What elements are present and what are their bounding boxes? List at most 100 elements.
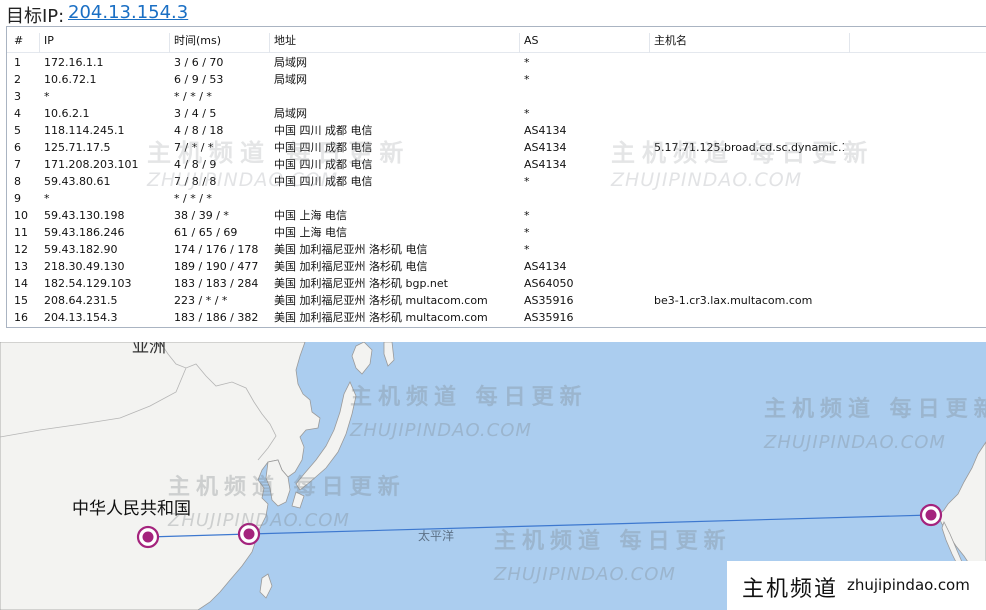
table-row[interactable]: 11 59.43.186.246 61 / 65 / 69 中国 上海 电信 * <box>7 224 986 241</box>
hop-time: 61 / 65 / 69 <box>174 226 238 239</box>
column-header-hostname[interactable]: 主机名 <box>654 30 844 52</box>
hop-number: 12 <box>14 243 28 256</box>
hop-ip: 125.71.17.5 <box>44 141 111 154</box>
watermark-cn: 主机频道 每日更新 <box>350 384 588 410</box>
hop-number: 15 <box>14 294 28 307</box>
hop-marker-los-angeles[interactable] <box>919 503 943 527</box>
hop-address: 美国 加利福尼亚州 洛杉矶 电信 <box>274 243 428 256</box>
watermark-en: ZHUJIPINDAO.COM <box>349 420 532 441</box>
hop-time: 6 / 9 / 53 <box>174 73 224 86</box>
column-header-time[interactable]: 时间(ms) <box>174 30 269 52</box>
hop-as: AS4134 <box>524 124 567 137</box>
target-header: 目标IP: 204.13.154.3 <box>0 0 986 27</box>
watermark-en: ZHUJIPINDAO.COM <box>763 432 946 453</box>
hop-address: 局域网 <box>274 56 307 69</box>
table-row[interactable]: 2 10.6.72.1 6 / 9 / 53 局域网 * <box>7 71 986 88</box>
hop-as: AS4134 <box>524 141 567 154</box>
hop-marker-chengdu[interactable] <box>136 525 160 549</box>
table-row[interactable]: 6 125.71.17.5 7 / * / * 中国 四川 成都 电信 AS4134 5.… <box>7 139 986 156</box>
table-row[interactable]: 10 59.43.130.198 38 / 39 / * 中国 上海 电信 * <box>7 207 986 224</box>
hop-ip: 59.43.130.198 <box>44 209 125 222</box>
hop-ip: * <box>44 192 50 205</box>
hop-address: 中国 四川 成都 电信 <box>274 158 373 171</box>
target-ip-link[interactable]: 204.13.154.3 <box>68 2 188 23</box>
table-row[interactable]: 5 118.114.245.1 4 / 8 / 18 中国 四川 成都 电信 AS413… <box>7 122 986 139</box>
hop-number: 16 <box>14 311 28 324</box>
hop-number: 8 <box>14 175 21 188</box>
hop-as: * <box>524 73 530 86</box>
hop-ip: * <box>44 90 50 103</box>
hop-ip: 171.208.203.101 <box>44 158 139 171</box>
hop-address: 美国 加利福尼亚州 洛杉矶 电信 <box>274 260 428 273</box>
traceroute-table: # IP 时间(ms) 地址 AS 主机名 1 172.16.1.1 3 / 6 /… <box>6 26 986 328</box>
hop-ip: 59.43.186.246 <box>44 226 125 239</box>
hop-as: * <box>524 107 530 120</box>
watermark-cn: 主机频道 每日更新 <box>764 396 986 422</box>
table-row[interactable]: 16 204.13.154.3 183 / 186 / 382 美国 加利福尼亚州 洛… <box>7 309 986 326</box>
watermark-cn: 主机频道 每日更新 <box>168 474 406 500</box>
table-row[interactable]: 9 * * / * / * <box>7 190 986 207</box>
hop-ip: 59.43.182.90 <box>44 243 118 256</box>
hop-number: 4 <box>14 107 21 120</box>
hop-time: 7 / 8 / 8 <box>174 175 217 188</box>
hop-as: * <box>524 226 530 239</box>
hop-number: 5 <box>14 124 21 137</box>
hop-address: 美国 加利福尼亚州 洛杉矶 multacom.com <box>274 294 488 307</box>
hop-hostname: be3-1.cr3.lax.multacom.com <box>654 294 813 307</box>
hop-number: 3 <box>14 90 21 103</box>
hop-time: 223 / * / * <box>174 294 228 307</box>
table-row[interactable]: 12 59.43.182.90 174 / 176 / 178 美国 加利福尼亚州 洛… <box>7 241 986 258</box>
table-row[interactable]: 8 59.43.80.61 7 / 8 / 8 中国 四川 成都 电信 * <box>7 173 986 190</box>
hop-number: 10 <box>14 209 28 222</box>
hop-time: 4 / 8 / 18 <box>174 124 224 137</box>
table-header-row: # IP 时间(ms) 地址 AS 主机名 <box>7 30 986 53</box>
hop-number: 7 <box>14 158 21 171</box>
hop-as: AS4134 <box>524 260 567 273</box>
hop-ip: 10.6.2.1 <box>44 107 90 120</box>
table-row[interactable]: 13 218.30.49.130 189 / 190 / 477 美国 加利福尼亚州 … <box>7 258 986 275</box>
watermark-en: ZHUJIPINDAO.COM <box>493 564 676 585</box>
column-header-hop[interactable]: # <box>14 30 38 52</box>
hop-ip: 10.6.72.1 <box>44 73 97 86</box>
map-label-ocean: 太平洋 <box>418 528 454 543</box>
brand-domain: zhujipindao.com <box>847 576 970 594</box>
hop-address: 局域网 <box>274 107 307 120</box>
table-row[interactable]: 15 208.64.231.5 223 / * / * 美国 加利福尼亚州 洛杉矶 m… <box>7 292 986 309</box>
table-row[interactable]: 7 171.208.203.101 4 / 8 / 9 中国 四川 成都 电信 AS41… <box>7 156 986 173</box>
hop-time: 189 / 190 / 477 <box>174 260 259 273</box>
hop-ip: 172.16.1.1 <box>44 56 104 69</box>
table-row[interactable]: 3 * * / * / * <box>7 88 986 105</box>
hop-address: 中国 四川 成都 电信 <box>274 175 373 188</box>
hop-ip: 59.43.80.61 <box>44 175 111 188</box>
hop-ip: 208.64.231.5 <box>44 294 118 307</box>
brand-name: 主机频道 <box>742 577 839 602</box>
hop-time: 4 / 8 / 9 <box>174 158 217 171</box>
hop-address: 美国 加利福尼亚州 洛杉矶 bgp.net <box>274 277 448 290</box>
column-header-address[interactable]: 地址 <box>274 30 519 52</box>
table-row[interactable]: 1 172.16.1.1 3 / 6 / 70 局域网 * <box>7 54 986 71</box>
hop-time: 174 / 176 / 178 <box>174 243 259 256</box>
hop-address: 中国 上海 电信 <box>274 226 347 239</box>
hop-number: 1 <box>14 56 21 69</box>
hop-as: AS35916 <box>524 311 574 324</box>
hop-time: 183 / 186 / 382 <box>174 311 259 324</box>
hop-number: 2 <box>14 73 21 86</box>
column-header-ip[interactable]: IP <box>44 30 169 52</box>
hop-as: * <box>524 175 530 188</box>
table-row[interactable]: 4 10.6.2.1 3 / 4 / 5 局域网 * <box>7 105 986 122</box>
table-row[interactable]: 14 182.54.129.103 183 / 183 / 284 美国 加利福尼亚州… <box>7 275 986 292</box>
hop-address: 局域网 <box>274 73 307 86</box>
hop-hostname: 5.17.71.125.broad.cd.sc.dynamic.1... <box>654 141 844 154</box>
brand-badge: 主机频道 zhujipindao.com <box>727 561 986 610</box>
hop-as: AS35916 <box>524 294 574 307</box>
hop-address: 中国 四川 成都 电信 <box>274 141 373 154</box>
hop-number: 9 <box>14 192 21 205</box>
hop-number: 11 <box>14 226 28 239</box>
hop-ip: 118.114.245.1 <box>44 124 125 137</box>
watermark-en: ZHUJIPINDAO.COM <box>167 510 350 531</box>
hop-time: * / * / * <box>174 192 212 205</box>
hop-time: 3 / 4 / 5 <box>174 107 217 120</box>
column-header-as[interactable]: AS <box>524 30 649 52</box>
hop-time: * / * / * <box>174 90 212 103</box>
hop-address: 中国 四川 成都 电信 <box>274 124 373 137</box>
